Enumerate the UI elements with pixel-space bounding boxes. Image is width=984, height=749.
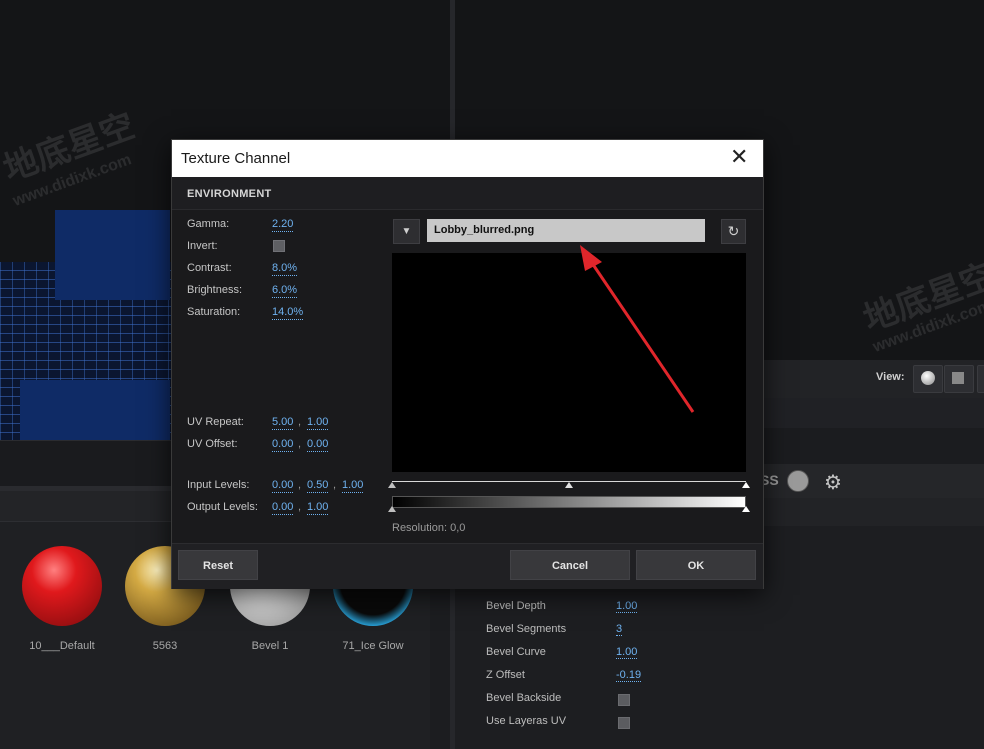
texture-file-field[interactable]: Lobby_blurred.png: [427, 219, 705, 242]
input-levels-black[interactable]: 0.00: [272, 479, 294, 493]
gear-icon[interactable]: ⚙: [824, 470, 842, 495]
view-label: View:: [876, 371, 905, 383]
input-levels-mid[interactable]: 0.50: [307, 479, 329, 493]
input-mid-handle[interactable]: [565, 482, 573, 488]
brightness-label: Brightness:: [187, 284, 243, 296]
sphere-icon: [921, 371, 935, 385]
prop-label-bevel-segments: Bevel Segments: [486, 623, 567, 635]
bevel-backside-checkbox[interactable]: [618, 694, 630, 706]
cancel-button[interactable]: Cancel: [510, 550, 630, 580]
saturation-value[interactable]: 14.0%: [272, 306, 304, 320]
cubes-icon: [952, 372, 964, 384]
material-label: 71_Ice Glow: [342, 640, 404, 652]
uv-repeat-u[interactable]: 5.00: [272, 416, 294, 430]
view-sphere-button[interactable]: [913, 365, 943, 393]
uv-repeat-v[interactable]: 1.00: [307, 416, 329, 430]
output-levels-slider[interactable]: [392, 496, 746, 508]
material-swatch[interactable]: [22, 546, 102, 626]
scene-text-block: [20, 380, 170, 440]
prop-label-z-offset: Z Offset: [486, 669, 525, 681]
gamma-label: Gamma:: [187, 218, 230, 230]
prop-label-bevel-depth: Bevel Depth: [486, 600, 546, 612]
invert-checkbox[interactable]: [273, 240, 285, 252]
input-levels-white[interactable]: 1.00: [342, 479, 364, 493]
material-label: Bevel 1: [251, 640, 289, 652]
output-levels-white[interactable]: 1.00: [307, 501, 329, 515]
saturation-label: Saturation:: [187, 306, 241, 318]
gamma-value[interactable]: 2.20: [272, 218, 294, 232]
uv-offset-v[interactable]: 0.00: [307, 438, 329, 452]
ok-button[interactable]: OK: [636, 550, 756, 580]
resolution-text: Resolution: 0,0: [392, 522, 466, 534]
input-white-handle[interactable]: [742, 482, 750, 488]
prop-value-z-offset[interactable]: -0.19: [616, 669, 642, 682]
prop-label-use-layer-uv: Use Layeras UV: [486, 715, 567, 727]
material-label: 10___Default: [29, 640, 95, 652]
output-levels-black[interactable]: 0.00: [272, 501, 294, 515]
dialog-title: Texture Channel: [181, 150, 291, 167]
refresh-icon[interactable]: ↻: [721, 219, 746, 244]
prop-value-bevel-segments[interactable]: 3: [616, 623, 623, 636]
input-levels-label: Input Levels:: [187, 479, 250, 491]
separator: ,: [298, 438, 302, 450]
prop-label-bevel-backside: Bevel Backside: [486, 692, 562, 704]
brightness-value[interactable]: 6.0%: [272, 284, 298, 298]
separator: ,: [298, 416, 302, 428]
section-title: ENVIRONMENT: [187, 188, 272, 200]
chevron-down-icon[interactable]: ▼: [393, 219, 420, 244]
prop-value-bevel-depth[interactable]: 1.00: [616, 600, 638, 613]
sphere-tab-icon[interactable]: [787, 470, 809, 492]
input-black-handle[interactable]: [388, 482, 396, 488]
separator: ,: [298, 501, 302, 513]
uv-offset-u[interactable]: 0.00: [272, 438, 294, 452]
invert-label: Invert:: [187, 240, 218, 252]
output-levels-label: Output Levels:: [187, 501, 258, 513]
use-layer-uv-checkbox[interactable]: [618, 717, 630, 729]
contrast-value[interactable]: 8.0%: [272, 262, 298, 276]
view-extra-button[interactable]: [977, 365, 984, 393]
uv-offset-label: UV Offset:: [187, 438, 238, 450]
texture-channel-dialog: Texture Channel ✕ ENVIRONMENT Gamma: 2.2…: [171, 139, 764, 589]
prop-value-bevel-curve[interactable]: 1.00: [616, 646, 638, 659]
reset-button[interactable]: Reset: [178, 550, 258, 580]
texture-preview: [392, 253, 746, 472]
scene-text-block: [55, 210, 170, 300]
output-white-handle[interactable]: [742, 506, 750, 512]
contrast-label: Contrast:: [187, 262, 232, 274]
material-label: 5563: [152, 640, 178, 652]
prop-label-bevel-curve: Bevel Curve: [486, 646, 546, 658]
output-black-handle[interactable]: [388, 506, 396, 512]
separator: ,: [298, 479, 302, 491]
view-cubes-button[interactable]: [944, 365, 974, 393]
uv-repeat-label: UV Repeat:: [187, 416, 244, 428]
separator: ,: [333, 479, 337, 491]
close-icon[interactable]: ✕: [730, 145, 748, 169]
